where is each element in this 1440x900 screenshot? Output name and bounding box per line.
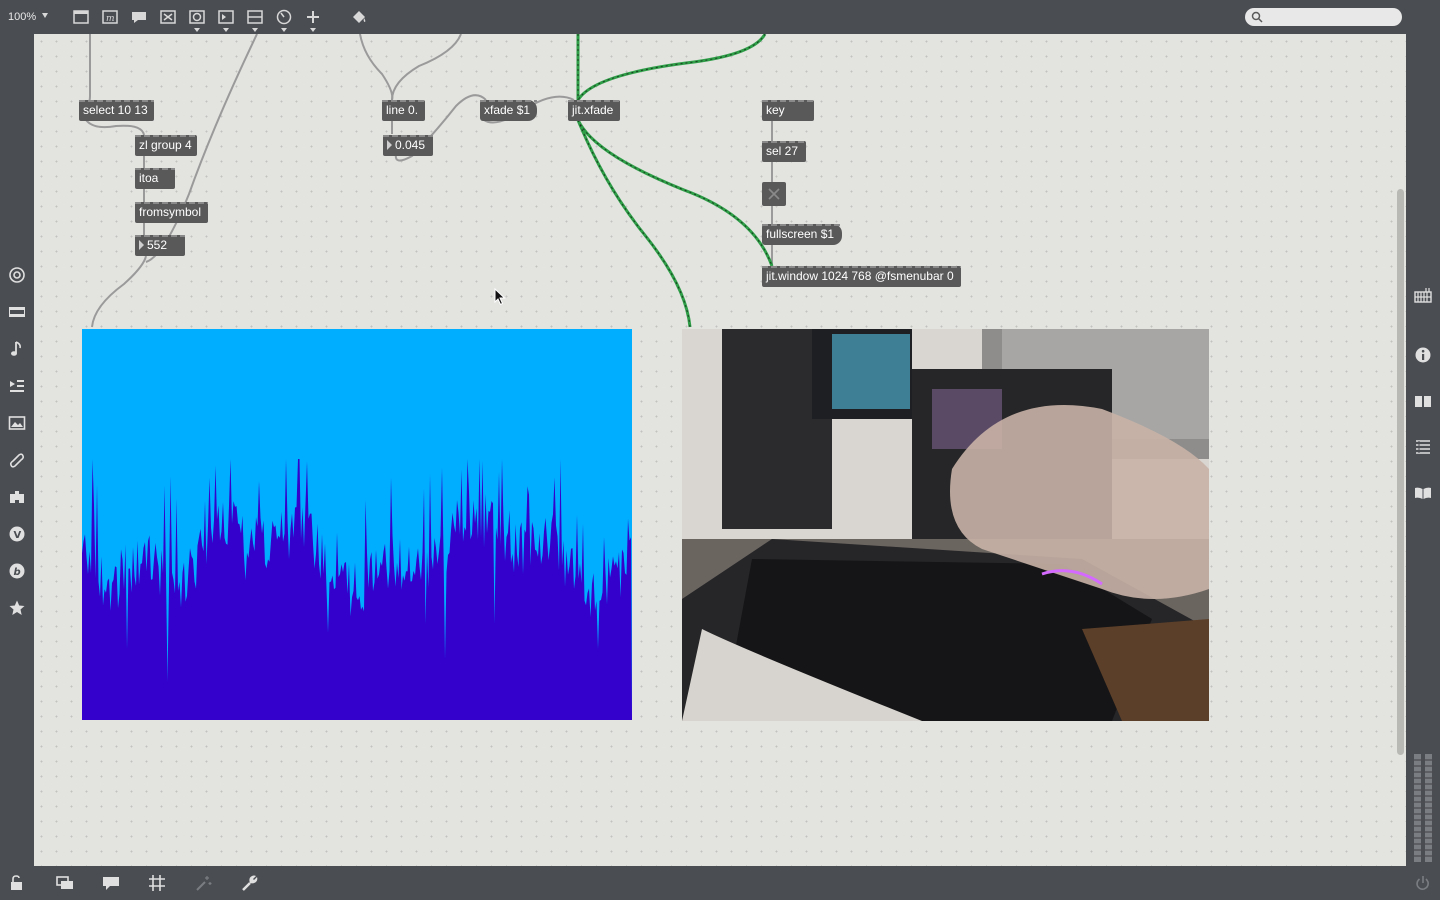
caret-icon[interactable] <box>281 28 287 32</box>
number-arrow-icon <box>387 140 392 150</box>
beap-icon[interactable]: b <box>8 562 26 580</box>
patch-cord <box>81 34 91 111</box>
new-slider-icon[interactable] <box>246 8 264 32</box>
magic-icon[interactable] <box>195 874 213 892</box>
vizzie-icon[interactable]: V <box>8 525 26 543</box>
key-object[interactable]: key <box>762 100 814 121</box>
svg-text:b: b <box>14 567 21 578</box>
patch-cord <box>91 255 147 328</box>
presentation-icon[interactable] <box>56 874 74 892</box>
matrix-cord <box>576 119 692 328</box>
add-icon[interactable] <box>304 8 322 32</box>
list-icon[interactable] <box>1414 438 1432 456</box>
svg-text:V: V <box>14 530 22 541</box>
zoom-dropdown-icon[interactable] <box>42 13 48 18</box>
fromsymbol-object[interactable]: fromsymbol <box>135 202 208 223</box>
new-comment-icon[interactable] <box>130 8 148 26</box>
snippet-icon[interactable] <box>8 488 26 506</box>
reference-icon[interactable] <box>1414 484 1432 502</box>
vertical-scrollbar[interactable] <box>1397 189 1404 755</box>
patch-cord <box>85 119 145 136</box>
film-icon[interactable] <box>8 303 26 321</box>
caret-icon[interactable] <box>252 28 258 32</box>
paint-bucket-icon[interactable] <box>350 8 368 26</box>
new-button-icon[interactable] <box>188 8 206 32</box>
caret-icon[interactable] <box>194 28 200 32</box>
number-arrow-icon <box>139 240 144 250</box>
new-number-icon[interactable] <box>217 8 235 32</box>
patcher-canvas[interactable]: select 10 13 zl group 4 itoa fromsymbol … <box>34 34 1406 866</box>
matrix-cord <box>576 119 774 267</box>
video-frame-image <box>682 329 1209 721</box>
music-note-icon[interactable] <box>8 340 26 358</box>
sel-27-object[interactable]: sel 27 <box>762 141 806 162</box>
zl-group-object[interactable]: zl group 4 <box>135 135 197 156</box>
patch-cord <box>359 34 394 101</box>
svg-text:m: m <box>106 14 115 24</box>
toggle[interactable] <box>762 182 786 206</box>
power-icon[interactable] <box>1414 874 1432 892</box>
comment-icon[interactable] <box>102 874 120 892</box>
caret-icon[interactable] <box>310 28 316 32</box>
zoom-level[interactable]: 100% <box>8 11 36 23</box>
target-icon[interactable] <box>8 266 26 284</box>
toggle-x-icon <box>768 188 780 200</box>
xfade-message[interactable]: xfade $1 <box>480 100 537 121</box>
line-object[interactable]: line 0. <box>382 100 425 121</box>
fullscreen-message[interactable]: fullscreen $1 <box>762 224 842 245</box>
right-sidebar <box>1406 34 1440 866</box>
wrench-icon[interactable] <box>241 874 259 892</box>
mouse-cursor-icon <box>494 288 506 306</box>
new-object-icon[interactable] <box>72 8 90 26</box>
waveform-fill <box>82 459 632 720</box>
waveform-graph <box>82 459 632 720</box>
caret-icon[interactable] <box>223 28 229 32</box>
jit-xfade-object[interactable]: jit.xfade <box>568 100 620 121</box>
level-meter <box>1414 754 1434 862</box>
search-icon <box>1251 11 1263 23</box>
jit-window-object[interactable]: jit.window 1024 768 @fsmenubar 0 <box>762 266 961 287</box>
lock-icon[interactable] <box>8 874 26 892</box>
bottom-toolbar <box>0 866 1440 900</box>
select-object[interactable]: select 10 13 <box>79 100 154 121</box>
number-value: 552 <box>147 238 168 252</box>
grid-icon[interactable] <box>1414 286 1432 304</box>
new-message-icon[interactable]: m <box>101 8 119 26</box>
star-icon[interactable] <box>8 599 26 617</box>
itoa-object[interactable]: itoa <box>135 168 175 189</box>
number-box-0045[interactable]: 0.045 <box>383 135 433 156</box>
number-value: 0.045 <box>395 138 426 152</box>
playlist-icon[interactable] <box>8 377 26 395</box>
left-sidebar: V b <box>0 34 34 866</box>
waveform-display[interactable] <box>82 329 632 720</box>
matrix-cord <box>576 34 767 101</box>
info-icon[interactable] <box>1414 346 1432 364</box>
search-input[interactable] <box>1245 8 1402 26</box>
top-toolbar: 100% m <box>0 0 1440 34</box>
grid-icon[interactable] <box>148 874 166 892</box>
video-display[interactable] <box>682 329 1209 721</box>
new-dial-icon[interactable] <box>275 8 293 32</box>
max-patcher-window: 100% m V b select 10 13 zl group 4 itoa … <box>0 0 1440 900</box>
patch-cord <box>391 34 462 101</box>
number-box-552[interactable]: 552 <box>135 235 185 256</box>
image-icon[interactable] <box>8 414 26 432</box>
new-toggle-icon[interactable] <box>159 8 177 26</box>
book-icon[interactable] <box>1414 392 1432 410</box>
paperclip-icon[interactable] <box>8 451 26 469</box>
